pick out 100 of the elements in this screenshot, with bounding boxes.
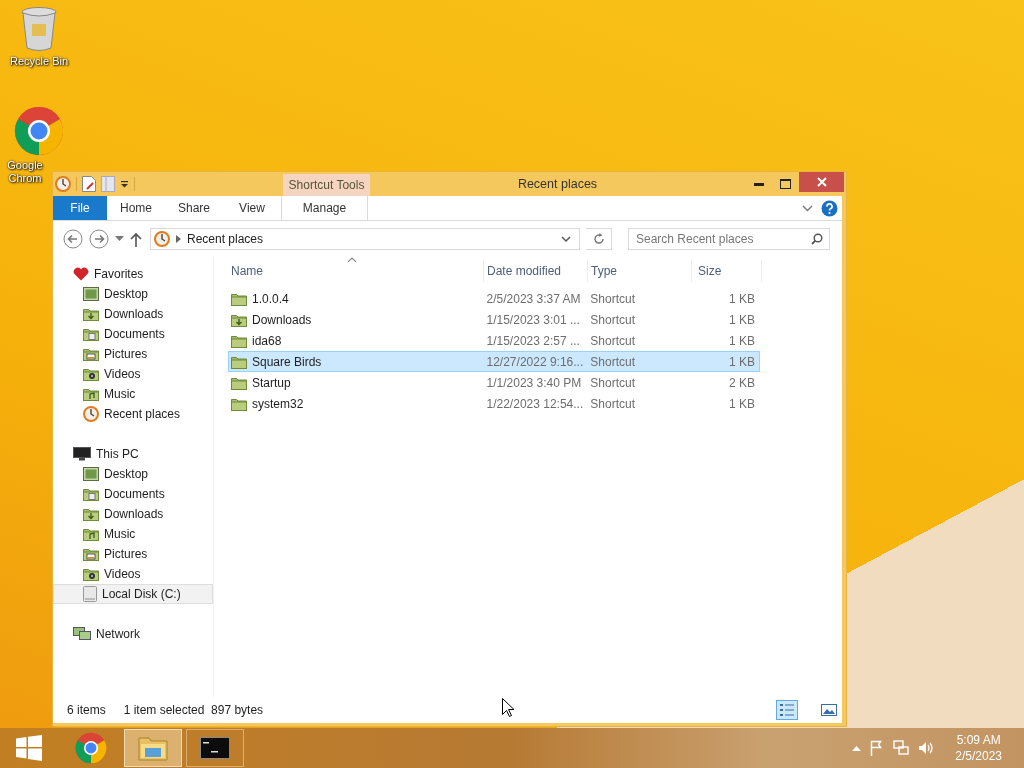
documents-folder-icon <box>83 327 99 341</box>
desktop-icon <box>83 467 99 481</box>
column-header[interactable]: Date modified <box>484 260 588 282</box>
address-bar[interactable]: Recent places <box>150 228 580 250</box>
show-hidden-icons-icon[interactable] <box>852 745 862 751</box>
item-count: 6 items <box>67 703 106 717</box>
ribbon-tab[interactable]: Home <box>107 196 165 220</box>
column-header[interactable]: Size <box>692 260 762 282</box>
nav-item[interactable]: Music <box>53 524 213 544</box>
expand-ribbon-icon[interactable] <box>802 204 813 212</box>
date-modified: 12/27/2022 9:16... <box>485 354 585 369</box>
documents-folder-icon <box>83 487 99 501</box>
nav-group-item[interactable]: Favorites <box>53 264 213 284</box>
help-icon[interactable] <box>821 199 838 217</box>
back-button[interactable] <box>63 229 83 249</box>
desktop-icon-label: Google Chrom <box>6 159 44 185</box>
recent-places-icon <box>154 231 170 247</box>
nav-group-item[interactable]: Network <box>53 624 213 644</box>
view-button[interactable] <box>776 700 798 720</box>
date-modified: 1/22/2023 12:54... <box>485 396 585 411</box>
large-icons-view-icon <box>821 703 837 717</box>
dropdown-caret-icon[interactable] <box>120 180 129 188</box>
refresh-icon <box>592 233 605 245</box>
file-row[interactable]: Startup 1/1/2023 3:40 PM Shortcut 2 KB <box>228 372 760 393</box>
chrome-icon[interactable] <box>14 106 64 156</box>
nav-item[interactable]: Downloads <box>53 304 213 324</box>
up-button[interactable] <box>130 231 142 247</box>
file-name: Square Birds <box>252 354 322 369</box>
file-size: 1 KB <box>727 312 756 327</box>
file-type: Shortcut <box>589 333 636 348</box>
file-name: ida68 <box>252 333 282 348</box>
pictures-folder-icon <box>83 547 99 561</box>
download-folder-icon <box>231 312 247 327</box>
nav-item[interactable]: Videos <box>53 364 213 384</box>
close-icon <box>816 177 827 187</box>
nav-group-item[interactable]: This PC <box>53 444 213 464</box>
details-view-icon <box>779 703 795 717</box>
folder-icon <box>231 396 247 411</box>
folder-icon <box>231 354 247 369</box>
context-tab-group: Shortcut Tools <box>283 174 370 196</box>
column-header[interactable]: Type <box>588 260 692 282</box>
breadcrumb-arrow-icon[interactable] <box>176 235 181 243</box>
refresh-button[interactable] <box>586 228 612 250</box>
file-name: Startup <box>252 375 291 390</box>
search-icon[interactable] <box>811 233 823 245</box>
recent-locations-button[interactable] <box>115 236 124 242</box>
desktop-icon-label: Recycle Bin <box>9 55 69 68</box>
music-folder-icon <box>83 387 99 401</box>
command-prompt-taskbar-button[interactable] <box>186 729 244 767</box>
file-type: Shortcut <box>589 312 636 327</box>
date-modified: 1/1/2023 3:40 PM <box>485 375 583 390</box>
nav-item[interactable]: Music <box>53 384 213 404</box>
file-row[interactable]: 1.0.0.4 2/5/2023 3:37 AM Shortcut 1 KB <box>228 288 760 309</box>
nav-item[interactable]: Local Disk (C:) <box>53 584 213 604</box>
recent-places-icon <box>83 406 99 422</box>
forward-button[interactable] <box>89 229 109 249</box>
file-row[interactable]: Square Birds 12/27/2022 9:16... Shortcut 1 KB <box>228 351 760 372</box>
chrome-icon <box>75 732 107 764</box>
file-row[interactable]: system32 1/22/2023 12:54... Shortcut 1 KB <box>228 393 760 414</box>
date-modified: 1/15/2023 3:01 ... <box>485 312 581 327</box>
file-type: Shortcut <box>589 354 636 369</box>
file-name: system32 <box>252 396 304 411</box>
network-icon[interactable] <box>893 740 910 756</box>
nav-item[interactable]: Recent places <box>53 404 213 424</box>
file-name: 1.0.0.4 <box>252 291 289 306</box>
network-icon <box>73 627 91 641</box>
date-modified: 1/15/2023 2:57 ... <box>485 333 581 348</box>
close-button[interactable] <box>799 172 844 192</box>
clock-date: 2/5/2023 <box>955 748 1002 764</box>
file-row[interactable]: ida68 1/15/2023 2:57 ... Shortcut 1 KB <box>228 330 760 351</box>
nav-item[interactable]: Pictures <box>53 344 213 364</box>
context-ribbon-tab[interactable]: Manage <box>281 196 368 220</box>
nav-item[interactable]: Pictures <box>53 544 213 564</box>
download-folder-icon <box>83 307 99 321</box>
ribbon-tab[interactable]: View <box>223 196 281 220</box>
file-menu-button[interactable]: File <box>53 196 107 220</box>
speaker-icon[interactable] <box>918 741 935 755</box>
selection-info: 1 item selected 897 bytes <box>123 703 264 717</box>
nav-item[interactable]: Desktop <box>53 284 213 304</box>
nav-item[interactable]: Desktop <box>53 464 213 484</box>
file-row[interactable]: Downloads 1/15/2023 3:01 ... Shortcut 1 KB <box>228 309 760 330</box>
history-dropdown-icon[interactable] <box>561 235 571 243</box>
search-field[interactable]: Search Recent places <box>628 228 830 250</box>
file-size: 1 KB <box>727 291 756 306</box>
folder-icon <box>231 333 247 348</box>
videos-folder-icon <box>83 567 99 581</box>
column-header[interactable]: Name <box>228 260 484 282</box>
nav-item[interactable]: Documents <box>53 324 213 344</box>
folder-icon <box>231 375 247 390</box>
pictures-folder-icon <box>83 347 99 361</box>
nav-item[interactable]: Downloads <box>53 504 213 524</box>
nav-item[interactable]: Videos <box>53 564 213 584</box>
file-type: Shortcut <box>589 375 636 390</box>
ribbon-tab[interactable]: Share <box>165 196 223 220</box>
recent-places-icon <box>55 176 71 192</box>
file-size: 1 KB <box>727 396 756 411</box>
mouse-pointer-icon <box>502 698 514 717</box>
nav-item[interactable]: Documents <box>53 484 213 504</box>
monitor-icon <box>73 447 91 461</box>
recycle-bin-icon[interactable] <box>19 6 59 52</box>
